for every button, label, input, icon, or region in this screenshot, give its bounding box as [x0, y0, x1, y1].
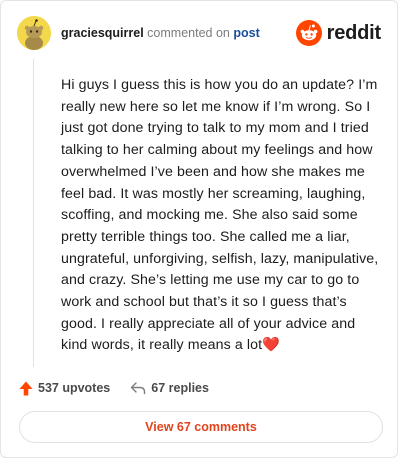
- reply-arrow-icon: [131, 382, 146, 395]
- comment-body-text: Hi guys I guess this is how you do an up…: [61, 77, 379, 354]
- reddit-logo-icon: [295, 20, 322, 46]
- snoo-avatar-icon: [17, 16, 51, 50]
- upvote-arrow-icon: [19, 381, 33, 395]
- comment-card: graciesquirrel commented on post reddit …: [0, 0, 398, 458]
- upvote-button[interactable]: 537 upvotes: [19, 381, 110, 396]
- reddit-brand[interactable]: reddit: [295, 18, 382, 48]
- avatar[interactable]: [17, 16, 51, 50]
- reddit-wordmark: reddit: [326, 21, 382, 44]
- action-text: commented on: [147, 26, 230, 40]
- comment-meta: graciesquirrel commented on post: [61, 26, 260, 40]
- reply-count: 67 replies: [151, 381, 209, 395]
- view-comments-button[interactable]: View 67 comments: [19, 411, 383, 443]
- thread-line[interactable]: [33, 59, 34, 367]
- reply-button[interactable]: 67 replies: [130, 381, 209, 395]
- heart-emoji: ❤️: [262, 337, 280, 354]
- upvote-count: 537 upvotes: [38, 381, 111, 395]
- post-link[interactable]: post: [233, 26, 259, 40]
- comment-body: Hi guys I guess this is how you do an up…: [61, 75, 379, 357]
- comment-header: graciesquirrel commented on post reddit: [17, 15, 381, 51]
- username-link[interactable]: graciesquirrel: [61, 26, 144, 40]
- comment-actions: 537 upvotes 67 replies: [19, 378, 209, 398]
